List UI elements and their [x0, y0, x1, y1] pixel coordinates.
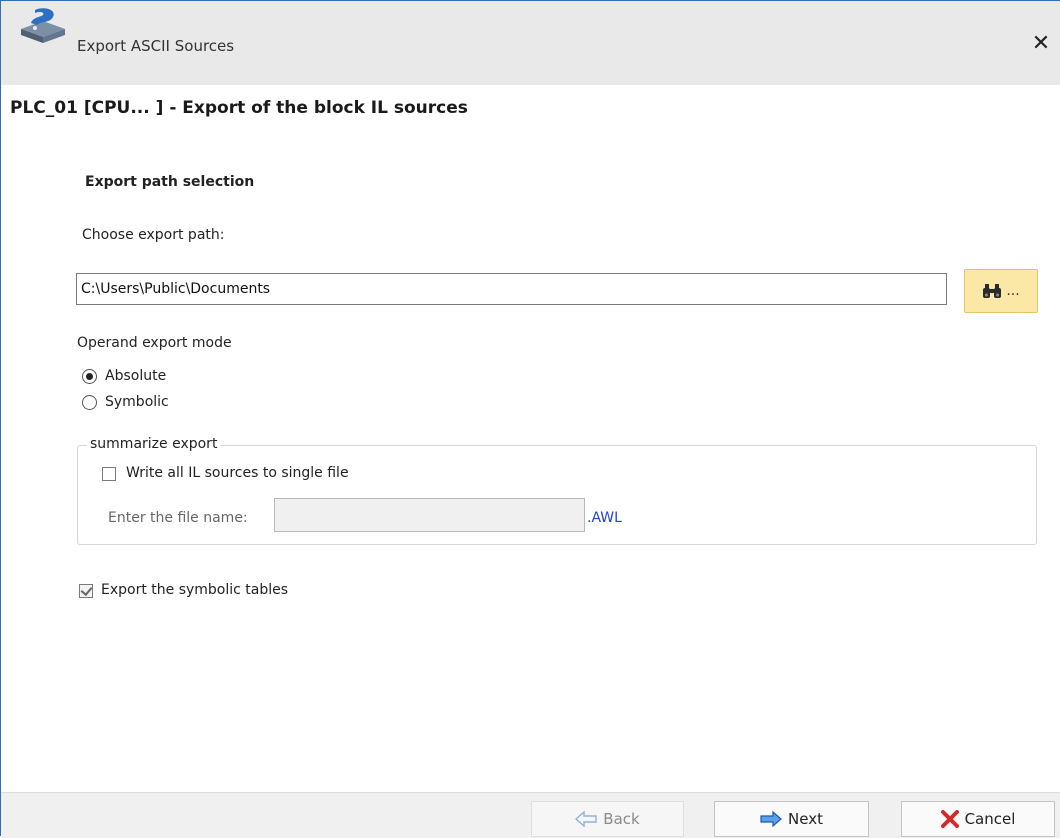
single-file-checkbox[interactable]: [102, 467, 116, 481]
absolute-radio[interactable]: [82, 369, 97, 384]
file-extension-label: .AWL: [587, 510, 622, 526]
cancel-button-label: Cancel: [964, 810, 1016, 828]
file-name-input[interactable]: [274, 498, 585, 532]
back-button-label: Back: [603, 810, 640, 828]
export-path-section-title: Export path selection: [85, 174, 255, 190]
symbolic-radio[interactable]: [82, 395, 97, 410]
summarize-export-legend: summarize export: [87, 436, 221, 452]
export-ascii-dialog: Export ASCII Sources ✕ PLC_01 [CPU... ] …: [0, 0, 1060, 838]
back-button[interactable]: Back: [531, 801, 684, 837]
single-file-label[interactable]: Write all IL sources to single file: [126, 465, 349, 481]
export-path-input[interactable]: [76, 273, 947, 305]
red-x-icon: [940, 810, 959, 828]
next-button-label: Next: [788, 810, 823, 828]
title-bar: Export ASCII Sources ✕: [1, 1, 1060, 85]
file-name-label: Enter the file name:: [108, 510, 248, 526]
symbolic-tables-checkbox[interactable]: [79, 584, 93, 598]
next-button[interactable]: Next: [714, 801, 869, 837]
arrow-right-icon: [760, 811, 782, 827]
absolute-radio-label[interactable]: Absolute: [105, 368, 166, 384]
browse-button-label: ...: [1006, 283, 1020, 299]
browse-button[interactable]: ...: [964, 269, 1038, 313]
window-title: Export ASCII Sources: [77, 37, 235, 55]
symbolic-tables-label[interactable]: Export the symbolic tables: [101, 582, 288, 598]
arrow-left-icon: [575, 811, 597, 827]
cancel-button[interactable]: Cancel: [901, 801, 1055, 837]
symbolic-radio-label[interactable]: Symbolic: [105, 394, 169, 410]
app-drive-icon: [17, 7, 71, 45]
close-button[interactable]: ✕: [1026, 29, 1056, 59]
page-title: PLC_01 [CPU... ] - Export of the block I…: [10, 98, 468, 118]
binoculars-icon: [982, 283, 1002, 299]
operand-mode-label: Operand export mode: [77, 335, 232, 351]
choose-path-label: Choose export path:: [82, 227, 225, 243]
